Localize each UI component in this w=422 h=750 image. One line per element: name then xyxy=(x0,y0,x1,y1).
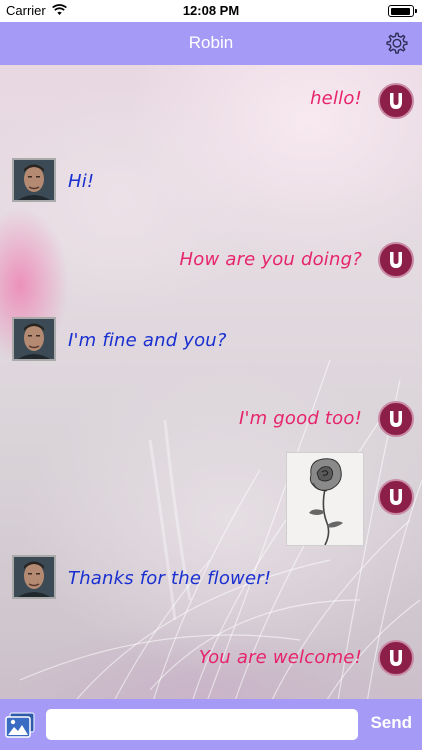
contact-avatar xyxy=(12,317,56,361)
magnet-u-icon xyxy=(390,411,402,427)
incoming-message: I'm fine and you? xyxy=(68,330,227,351)
outgoing-message: You are welcome! xyxy=(198,647,362,668)
rose-drawing xyxy=(309,458,343,545)
chat-title: Robin xyxy=(188,33,234,52)
incoming-message: Hi! xyxy=(68,171,95,192)
message-input-bar: Send xyxy=(0,699,422,750)
user-avatar xyxy=(378,640,414,676)
navigation-bar: Robin xyxy=(0,22,422,65)
clock-time: 12:08 PM xyxy=(182,3,240,18)
user-avatar xyxy=(378,83,414,119)
status-bar: Carrier 12:08 PM xyxy=(0,0,422,22)
contact-photo xyxy=(14,160,54,200)
contact-avatar xyxy=(12,158,56,202)
contact-photo xyxy=(14,557,54,597)
contact-avatar xyxy=(12,555,56,599)
send-button[interactable]: Send xyxy=(370,713,412,733)
outgoing-message: I'm good too! xyxy=(238,408,362,429)
user-avatar xyxy=(378,242,414,278)
outgoing-message: hello! xyxy=(310,88,362,109)
user-avatar xyxy=(378,401,414,437)
photo-library-icon[interactable] xyxy=(5,712,35,738)
background-grass-streaks xyxy=(19,359,422,750)
rose-image-message[interactable] xyxy=(286,452,364,546)
gear-icon[interactable] xyxy=(384,30,410,56)
message-input[interactable] xyxy=(46,709,358,740)
incoming-message: Thanks for the flower! xyxy=(68,568,272,589)
battery-level xyxy=(390,7,410,15)
magnet-u-icon xyxy=(390,489,402,505)
magnet-u-icon xyxy=(390,650,402,666)
user-avatar xyxy=(378,479,414,515)
magnet-u-icon xyxy=(390,93,402,109)
battery-icon xyxy=(388,5,417,17)
contact-photo xyxy=(14,319,54,359)
outgoing-message: How are you doing? xyxy=(179,249,362,270)
magnet-u-icon xyxy=(390,252,402,268)
